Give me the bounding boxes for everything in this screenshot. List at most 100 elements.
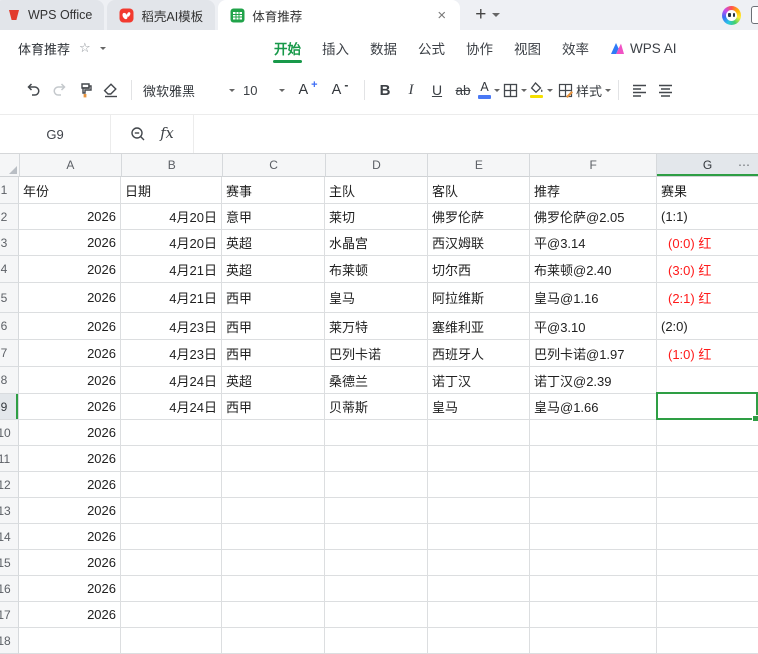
cell-date[interactable]: 4月20日 xyxy=(121,204,222,230)
row-header[interactable]: 13 xyxy=(0,498,19,524)
cell-league[interactable]: 英超 xyxy=(222,367,325,394)
cell-year[interactable]: 2026 xyxy=(19,446,121,472)
cell-home[interactable]: 莱万特 xyxy=(325,313,428,340)
underline-button[interactable]: U xyxy=(424,75,450,105)
cell[interactable] xyxy=(325,602,428,628)
font-size-select[interactable]: 10 xyxy=(239,75,289,105)
cell-styles-button[interactable]: 样式 xyxy=(558,75,612,105)
cell-date[interactable]: 4月23日 xyxy=(121,340,222,367)
cell-year[interactable]: 2026 xyxy=(19,524,121,550)
cell-date[interactable]: 4月20日 xyxy=(121,230,222,256)
cell-away[interactable]: 西汉姆联 xyxy=(428,230,530,256)
row-header[interactable]: 11 xyxy=(0,446,19,472)
ai-assistant-icon[interactable] xyxy=(722,5,741,25)
cell-away[interactable]: 诺丁汉 xyxy=(428,367,530,394)
cell-year[interactable]: 2026 xyxy=(19,283,121,313)
cell[interactable] xyxy=(325,498,428,524)
borders-button[interactable] xyxy=(502,75,528,105)
cell-tip[interactable]: 皇马@1.66 xyxy=(530,394,657,420)
cell-tip-header[interactable]: 推荐 xyxy=(530,177,657,204)
cell-date[interactable]: 4月21日 xyxy=(121,256,222,283)
cell-home[interactable]: 巴列卡诺 xyxy=(325,340,428,367)
align-left-button[interactable] xyxy=(626,75,652,105)
insert-function-icon[interactable]: fx xyxy=(160,126,174,142)
cell-tip[interactable]: 平@3.10 xyxy=(530,313,657,340)
cell-home[interactable]: 皇马 xyxy=(325,283,428,313)
cell[interactable] xyxy=(222,498,325,524)
cell[interactable] xyxy=(530,446,657,472)
cell[interactable] xyxy=(428,602,530,628)
column-header-B[interactable]: B xyxy=(121,154,223,177)
cell-date[interactable]: 4月24日 xyxy=(121,394,222,420)
row-header[interactable]: 6 xyxy=(0,313,19,340)
cell[interactable] xyxy=(530,498,657,524)
cell[interactable] xyxy=(222,524,325,550)
name-box[interactable]: G9 xyxy=(0,115,111,153)
cell[interactable] xyxy=(121,524,222,550)
favorite-star-icon[interactable]: ☆ xyxy=(79,40,91,56)
cell-year[interactable]: 2026 xyxy=(19,230,121,256)
align-center-button[interactable] xyxy=(652,75,678,105)
eraser-icon[interactable] xyxy=(98,75,124,105)
cell[interactable] xyxy=(325,524,428,550)
cell[interactable] xyxy=(657,550,758,576)
fill-color-button[interactable] xyxy=(528,75,554,105)
cell[interactable] xyxy=(121,446,222,472)
cell-away[interactable]: 西班牙人 xyxy=(428,340,530,367)
redo-button[interactable] xyxy=(46,75,72,105)
cell-result[interactable]: (3:0) 红 xyxy=(657,256,758,283)
cell[interactable] xyxy=(121,420,222,446)
cell[interactable] xyxy=(530,420,657,446)
cell-home[interactable]: 莱切 xyxy=(325,204,428,230)
cell[interactable] xyxy=(121,472,222,498)
cell[interactable] xyxy=(657,420,758,446)
cell-result[interactable]: (0:0) 红 xyxy=(657,230,758,256)
cell[interactable] xyxy=(222,550,325,576)
cell[interactable] xyxy=(428,550,530,576)
cell-year[interactable]: 2026 xyxy=(19,420,121,446)
ribbon-tab-view[interactable]: 视图 xyxy=(512,30,543,66)
row-header[interactable]: 14 xyxy=(0,524,19,550)
more-columns-icon[interactable]: ⋯ xyxy=(738,158,751,172)
tab-list-chevron-icon[interactable] xyxy=(492,13,501,17)
cell[interactable] xyxy=(325,550,428,576)
cell-date[interactable]: 4月21日 xyxy=(121,283,222,313)
cell[interactable] xyxy=(657,446,758,472)
chevron-down-icon[interactable] xyxy=(521,88,527,92)
cell-league[interactable]: 西甲 xyxy=(222,283,325,313)
cell-year[interactable]: 2026 xyxy=(19,550,121,576)
cell[interactable] xyxy=(428,446,530,472)
cell-year[interactable]: 2026 xyxy=(19,602,121,628)
cell-year[interactable]: 2026 xyxy=(19,498,121,524)
cell-home-header[interactable]: 主队 xyxy=(325,177,428,204)
window-control-partial-icon[interactable] xyxy=(751,6,758,24)
cell[interactable] xyxy=(428,472,530,498)
cell-home[interactable]: 贝蒂斯 xyxy=(325,394,428,420)
cell-result[interactable] xyxy=(657,367,758,394)
row-header[interactable]: 4 xyxy=(0,256,19,283)
cell-result[interactable]: (2:0) xyxy=(657,313,758,340)
strikethrough-button[interactable]: ab xyxy=(450,75,476,105)
cell-year-header[interactable]: 年份 xyxy=(19,177,121,204)
cell-tip[interactable]: 皇马@1.16 xyxy=(530,283,657,313)
ribbon-tab-formula[interactable]: 公式 xyxy=(416,30,447,66)
italic-button[interactable]: I xyxy=(398,75,424,105)
ribbon-tab-insert[interactable]: 插入 xyxy=(320,30,351,66)
cell-result[interactable]: (1:1) xyxy=(657,204,758,230)
ribbon-tab-wps-ai[interactable]: WPS AI xyxy=(608,30,679,66)
cell-home[interactable]: 桑德兰 xyxy=(325,367,428,394)
row-header[interactable]: 3 xyxy=(0,230,19,256)
new-tab-button[interactable]: + xyxy=(475,4,486,26)
cell-home[interactable]: 水晶宫 xyxy=(325,230,428,256)
cell-away-header[interactable]: 客队 xyxy=(428,177,530,204)
cell-year[interactable]: 2026 xyxy=(19,313,121,340)
row-header[interactable]: 5 xyxy=(0,283,19,313)
cell[interactable] xyxy=(657,602,758,628)
cell-league[interactable]: 意甲 xyxy=(222,204,325,230)
tab-sports-sheet[interactable]: 体育推荐 × xyxy=(218,0,461,30)
cell-year[interactable]: 2026 xyxy=(19,256,121,283)
column-header-A[interactable]: A xyxy=(19,154,122,177)
cell-year[interactable]: 2026 xyxy=(19,394,121,420)
cell[interactable] xyxy=(530,524,657,550)
increase-font-button[interactable]: A + xyxy=(295,75,321,105)
